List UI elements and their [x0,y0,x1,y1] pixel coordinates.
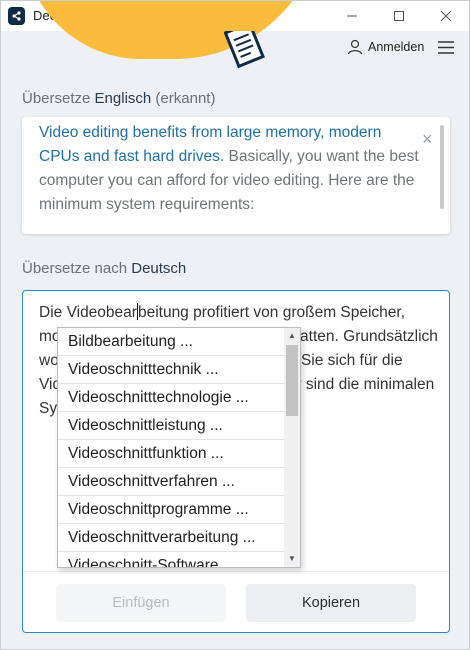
target-text-before-caret: Die Videobear [39,304,137,321]
scroll-up-arrow-icon[interactable]: ▲ [288,332,296,340]
hamburger-menu-icon[interactable] [438,41,454,54]
scroll-down-arrow-icon[interactable]: ▼ [288,555,296,563]
deepl-window: DeepL (Beta) Anmelden [0,0,470,650]
close-window-button[interactable] [429,1,463,31]
target-language: Deutsch [131,260,187,277]
source-language-selector[interactable]: Übersetze Englisch (erkannt) [22,90,215,107]
clear-source-button[interactable]: × [422,130,433,148]
alternatives-dropdown[interactable]: Bildbearbeitung ... Videoschnitttechnik … [57,327,301,568]
dropdown-scrollbar[interactable]: ▲ ▼ [284,328,300,567]
minimize-button[interactable] [335,1,369,31]
source-scrollbar[interactable] [440,125,444,209]
alternative-item[interactable]: Videoschnittleistung ... [58,412,284,440]
target-action-bar: Einfügen Kopieren [23,571,449,632]
login-label: Anmelden [368,40,425,54]
deepl-logo-icon [8,7,25,25]
user-icon [347,39,363,55]
maximize-button[interactable] [382,1,416,31]
alternative-item[interactable]: Videoschnitt-Software ... [58,552,284,567]
source-text-area[interactable]: Video editing benefits from large memory… [22,117,450,234]
alternatives-list: Bildbearbeitung ... Videoschnitttechnik … [58,328,284,567]
document-icon [224,31,265,69]
alternative-item[interactable]: Bildbearbeitung ... [58,328,284,356]
scrollbar-thumb[interactable] [286,345,298,416]
alternative-item[interactable]: Videoschnitttechnik ... [58,356,284,384]
alternative-item[interactable]: Videoschnitttechnologie ... [58,384,284,412]
alternative-item[interactable]: Videoschnittverfahren ... [58,468,284,496]
target-label-prefix: Übersetze nach [22,260,128,277]
source-label-prefix: Übersetze [22,90,91,107]
insert-button[interactable]: Einfügen [56,584,226,622]
app-header: Anmelden [1,1,469,77]
source-text[interactable]: Video editing benefits from large memory… [39,121,419,217]
copy-button[interactable]: Kopieren [246,584,416,622]
source-label-suffix: (erkannt) [155,90,216,107]
target-language-selector[interactable]: Übersetze nach Deutsch [22,260,186,277]
alternative-item[interactable]: Videoschnittverarbeitung ... [58,524,284,552]
alternative-item[interactable]: Videoschnittfunktion ... [58,440,284,468]
login-button[interactable]: Anmelden [347,39,424,55]
source-language: Englisch [94,90,152,107]
alternative-item[interactable]: Videoschnittprogramme ... [58,496,284,524]
